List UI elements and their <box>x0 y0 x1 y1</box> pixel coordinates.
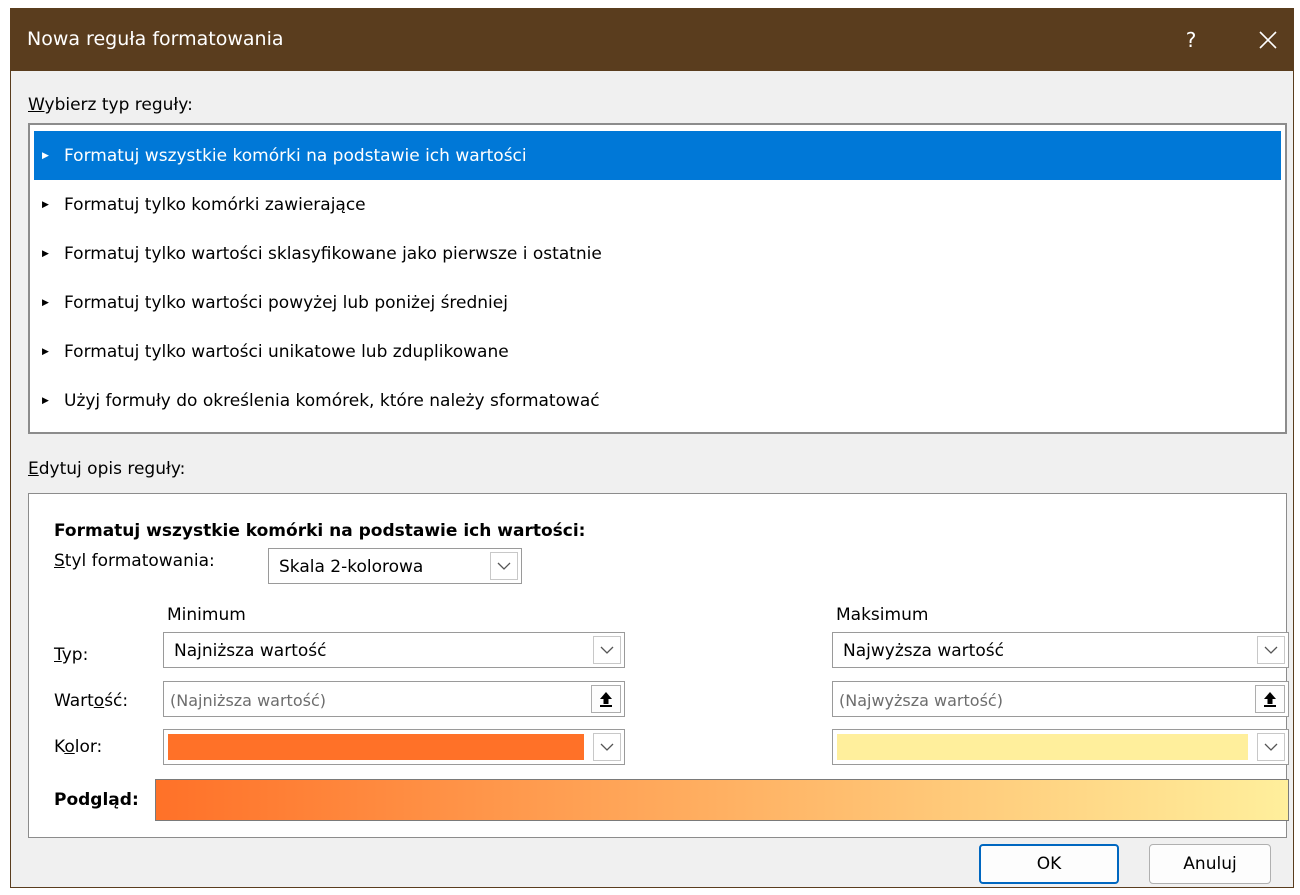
arrow-right-icon: ▶ <box>42 346 49 357</box>
value-label-text-end: ść: <box>104 691 129 711</box>
rule-type-item[interactable]: ▶ Formatuj tylko wartości sklasyfikowane … <box>34 229 1281 278</box>
chevron-down-icon <box>600 743 614 751</box>
dialog-title: Nowa reguła formatowania <box>27 28 284 50</box>
maximum-type-value: Najwyższa wartość <box>843 641 1004 661</box>
maximum-value-input[interactable]: (Najwyższa wartość) <box>832 681 1289 717</box>
format-style-label: Styl formatowania: <box>54 551 215 571</box>
preview-gradient-bar <box>155 779 1289 821</box>
rule-type-item-label: Formatuj tylko komórki zawierające <box>64 194 366 215</box>
minimum-type-value: Najniższa wartość <box>174 641 327 661</box>
maximum-value-placeholder: (Najwyższa wartość) <box>839 691 1003 710</box>
rule-type-label: Wybierz typ reguły: <box>28 95 193 115</box>
maximum-color-swatch <box>837 734 1248 760</box>
maximum-header: Maksimum <box>836 605 929 625</box>
rule-type-item-label: Formatuj tylko wartości sklasyfikowane j… <box>64 243 602 264</box>
format-style-dropdown-button[interactable] <box>490 552 518 580</box>
color-label-accesskey: o <box>64 737 75 757</box>
type-label: Typ: <box>54 645 88 665</box>
chevron-down-icon <box>1264 646 1278 654</box>
rule-type-item-label: Formatuj wszystkie komórki na podstawie … <box>64 145 527 166</box>
rule-description-label-text: dytuj opis reguły: <box>38 459 186 479</box>
minimum-type-dropdown-button[interactable] <box>593 636 621 664</box>
maximum-color-picker[interactable] <box>832 729 1289 765</box>
chevron-down-icon <box>497 562 511 570</box>
rule-type-list[interactable]: ▶ Formatuj wszystkie komórki na podstawie… <box>28 123 1287 434</box>
maximum-value-collapse-button[interactable] <box>1255 685 1285 713</box>
minimum-value-input[interactable]: (Najniższa wartość) <box>163 681 625 717</box>
rule-description-label-accesskey: E <box>28 459 39 479</box>
format-style-label-accesskey: S <box>54 551 65 571</box>
format-style-value: Skala 2-kolorowa <box>279 557 424 577</box>
rule-description-panel: Formatuj wszystkie komórki na podstawie … <box>28 493 1289 838</box>
chevron-down-icon <box>1264 743 1278 751</box>
close-icon <box>1259 31 1277 49</box>
minimum-value-collapse-button[interactable] <box>591 685 621 713</box>
upload-arrow-icon <box>1264 692 1276 707</box>
arrow-right-icon: ▶ <box>42 150 49 161</box>
minimum-value-placeholder: (Najniższa wartość) <box>170 691 326 710</box>
rule-type-item[interactable]: ▶ Użyj formuły do określenia komórek, któ… <box>34 376 1281 425</box>
format-style-select[interactable]: Skala 2-kolorowa <box>268 548 522 584</box>
rule-type-label-accesskey: W <box>28 95 45 115</box>
rule-type-item[interactable]: ▶ Formatuj wszystkie komórki na podstawie… <box>34 131 1281 180</box>
chevron-down-icon <box>600 646 614 654</box>
rule-type-item-label: Formatuj tylko wartości unikatowe lub zd… <box>64 341 509 362</box>
value-label: Wartość: <box>54 691 128 711</box>
value-label-text-start: Wart <box>54 691 94 711</box>
minimum-type-select[interactable]: Najniższa wartość <box>163 632 625 668</box>
new-formatting-rule-dialog: Nowa reguła formatowania ? Wybierz typ r… <box>10 8 1294 888</box>
minimum-color-picker[interactable] <box>163 729 625 765</box>
rule-type-item[interactable]: ▶ Formatuj tylko komórki zawierające <box>34 180 1281 229</box>
color-label: Kolor: <box>54 737 102 757</box>
ok-button[interactable]: OK <box>979 844 1119 884</box>
value-label-accesskey: o <box>93 691 105 711</box>
minimum-header: Minimum <box>167 605 246 625</box>
rule-type-item-label: Formatuj tylko wartości powyżej lub poni… <box>64 292 508 313</box>
arrow-right-icon: ▶ <box>42 297 49 308</box>
minimum-color-dropdown-button[interactable] <box>593 733 621 761</box>
rule-type-item-label: Użyj formuły do określenia komórek, któr… <box>64 390 600 411</box>
arrow-right-icon: ▶ <box>42 199 49 210</box>
rule-description-heading: Formatuj wszystkie komórki na podstawie … <box>54 521 586 541</box>
rule-type-item[interactable]: ▶ Formatuj tylko wartości unikatowe lub z… <box>34 327 1281 376</box>
type-label-accesskey: T <box>54 645 62 665</box>
minimum-color-swatch <box>168 734 584 760</box>
color-label-text-end: lor: <box>74 737 103 757</box>
maximum-color-dropdown-button[interactable] <box>1257 733 1285 761</box>
format-style-label-text: tyl formatowania: <box>64 551 215 571</box>
rule-type-label-text: ybierz typ reguły: <box>44 95 193 115</box>
cancel-button[interactable]: Anuluj <box>1149 844 1271 884</box>
rule-type-item[interactable]: ▶ Formatuj tylko wartości powyżej lub pon… <box>34 278 1281 327</box>
upload-arrow-icon <box>600 692 612 707</box>
title-bar: Nowa reguła formatowania ? <box>11 9 1293 71</box>
close-button[interactable] <box>1241 9 1295 71</box>
color-label-text-start: K <box>54 737 65 757</box>
help-button[interactable]: ? <box>1161 9 1221 71</box>
maximum-type-select[interactable]: Najwyższa wartość <box>832 632 1289 668</box>
rule-description-label: Edytuj opis reguły: <box>28 459 185 479</box>
arrow-right-icon: ▶ <box>42 248 49 259</box>
preview-label: Podgląd: <box>54 790 139 810</box>
maximum-type-dropdown-button[interactable] <box>1257 636 1285 664</box>
arrow-right-icon: ▶ <box>42 395 49 406</box>
type-label-text: yp: <box>61 645 89 665</box>
